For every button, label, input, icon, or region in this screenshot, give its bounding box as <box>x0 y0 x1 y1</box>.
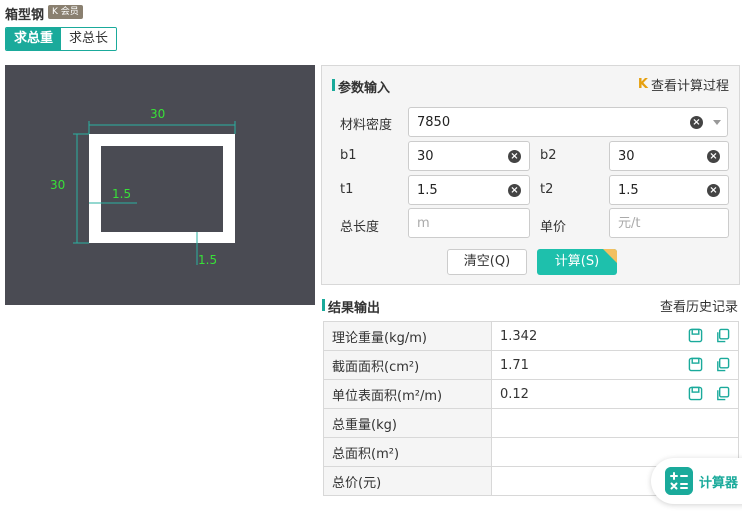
save-icon[interactable] <box>688 328 703 343</box>
dim-label-t1: 1.5 <box>112 187 131 201</box>
history-link[interactable]: 查看历史记录 <box>660 296 738 315</box>
result-label: 总面积(m²) <box>323 437 492 467</box>
total-length-label: 总长度 <box>340 220 380 235</box>
unit-price-field[interactable] <box>609 208 729 238</box>
dim-label-b2: 30 <box>50 178 65 192</box>
result-value: 1.342 <box>491 321 739 351</box>
b1-field[interactable]: × <box>408 141 530 171</box>
box-section-shape <box>89 134 235 243</box>
result-label: 截面面积(cm²) <box>323 350 492 380</box>
clear-icon[interactable]: × <box>690 116 703 129</box>
copy-icon[interactable] <box>715 357 730 372</box>
dropdown-caret-icon[interactable] <box>713 120 721 125</box>
dim-label-t2: 1.5 <box>198 253 217 267</box>
density-select[interactable]: × <box>408 107 728 137</box>
save-icon[interactable] <box>688 386 703 401</box>
dim-label-b1: 30 <box>150 107 165 121</box>
calculator-icon <box>665 467 693 495</box>
result-label: 理论重量(kg/m) <box>323 321 492 351</box>
clear-icon[interactable]: × <box>508 150 521 163</box>
page-title: 箱型钢 <box>5 8 45 23</box>
box-section-svg: 30 30 1.5 1.5 <box>50 107 236 267</box>
t1-field[interactable]: × <box>408 175 530 205</box>
total-length-input[interactable] <box>409 209 529 237</box>
density-label: 材料密度 <box>340 118 393 133</box>
t2-field[interactable]: × <box>609 175 729 205</box>
result-label: 总价(元) <box>323 466 492 496</box>
t2-label: t2 <box>540 182 554 197</box>
copy-icon[interactable] <box>715 328 730 343</box>
result-value: 0.12 <box>491 379 739 409</box>
calculate-button[interactable]: 计算(S) <box>537 249 617 275</box>
b1-label: b1 <box>340 148 357 163</box>
result-value <box>491 408 739 438</box>
result-label: 总重量(kg) <box>323 408 492 438</box>
mode-tabs: 求总重 求总长 <box>5 27 118 51</box>
tab-total-weight[interactable]: 求总重 <box>6 28 62 50</box>
results-title: 结果输出 <box>322 297 380 316</box>
param-title: 参数输入 <box>332 77 390 96</box>
table-row: 总重量(kg) <box>323 408 739 438</box>
density-input[interactable] <box>409 108 727 136</box>
b2-label: b2 <box>540 148 557 163</box>
t1-label: t1 <box>340 182 354 197</box>
save-icon[interactable] <box>688 357 703 372</box>
copy-icon[interactable] <box>715 386 730 401</box>
table-row: 理论重量(kg/m) 1.342 <box>323 321 739 351</box>
clear-icon[interactable]: × <box>508 184 521 197</box>
result-label: 单位表面积(m²/m) <box>323 379 492 409</box>
b2-field[interactable]: × <box>609 141 729 171</box>
unit-price-input[interactable] <box>610 209 728 237</box>
total-length-field[interactable] <box>408 208 530 238</box>
clear-icon[interactable]: × <box>707 150 720 163</box>
vip-badge: K 会员 <box>48 5 83 19</box>
clear-button[interactable]: 清空(Q) <box>447 249 527 275</box>
calculator-button[interactable]: 计算器 <box>651 458 742 504</box>
result-value: 1.71 <box>491 350 739 380</box>
tab-total-length[interactable]: 求总长 <box>61 28 117 50</box>
table-row: 单位表面积(m²/m) 0.12 <box>323 379 739 409</box>
calculator-label: 计算器 <box>699 475 739 491</box>
vip-corner-icon <box>603 249 617 263</box>
section-drawing: 30 30 1.5 1.5 <box>5 65 315 305</box>
view-process-link[interactable]: K 查看计算过程 <box>638 75 729 94</box>
process-k-icon: K <box>637 77 648 92</box>
clear-icon[interactable]: × <box>707 184 720 197</box>
param-panel: 参数输入 K 查看计算过程 材料密度 × b1 × b2 × t1 × t2 ×… <box>321 65 740 285</box>
unit-price-label: 单价 <box>540 220 567 235</box>
table-row: 截面面积(cm²) 1.71 <box>323 350 739 380</box>
